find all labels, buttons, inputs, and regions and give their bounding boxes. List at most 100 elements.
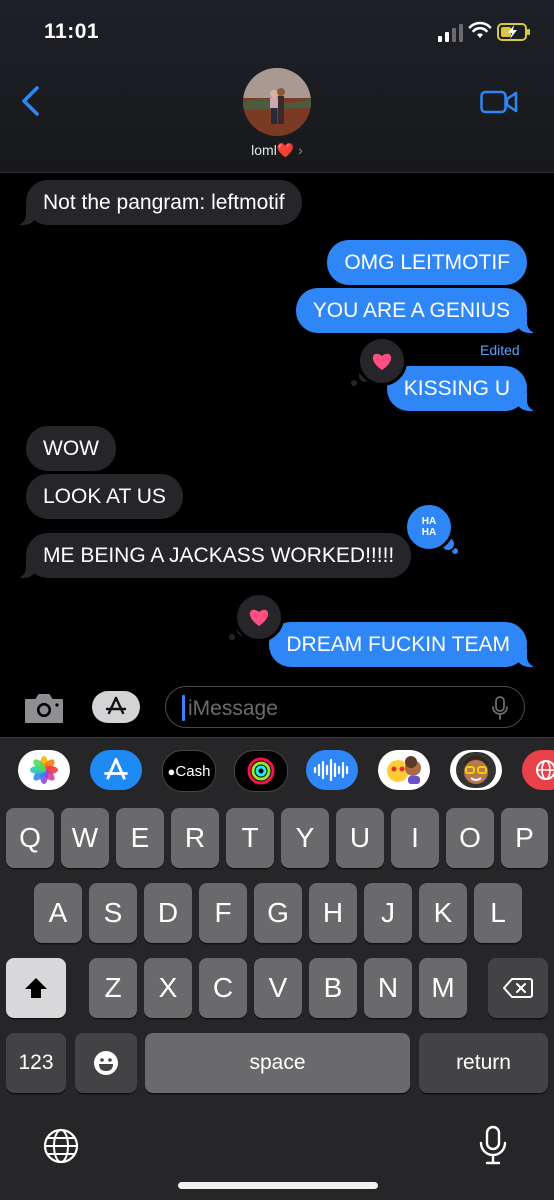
message-bubble-outgoing[interactable]: KISSING U	[386, 366, 540, 411]
couple-photo	[243, 68, 311, 136]
key-s[interactable]: S	[89, 883, 137, 943]
emoji-key[interactable]	[75, 1033, 137, 1093]
contact-avatar[interactable]	[243, 68, 311, 136]
message-text: YOU ARE A GENIUS	[312, 299, 510, 322]
message-bubble-incoming[interactable]: ME BEING A JACKASS WORKED!!!!!	[13, 533, 412, 578]
key-f[interactable]: F	[199, 883, 247, 943]
back-chevron-icon[interactable]	[18, 84, 44, 118]
status-time: 11:01	[44, 20, 100, 43]
key-v[interactable]: V	[254, 958, 302, 1018]
key-u[interactable]: U	[336, 808, 384, 868]
heart-emoji: ❤️	[276, 142, 295, 158]
audio-message-icon[interactable]	[306, 750, 358, 790]
globe-icon	[536, 760, 554, 780]
app-drawer: ● Cash	[0, 737, 554, 806]
message-bubble-outgoing[interactable]: DREAM FUCKIN TEAM	[269, 622, 539, 667]
space-key[interactable]: space	[145, 1033, 410, 1093]
key-c[interactable]: C	[199, 958, 247, 1018]
message-text: KISSING U	[403, 377, 510, 400]
heart-icon	[372, 353, 392, 370]
key-m[interactable]: M	[419, 958, 467, 1018]
key-w[interactable]: W	[61, 808, 109, 868]
apps-button[interactable]	[92, 691, 140, 723]
tapback-tail	[229, 634, 235, 640]
message-text: OMG LEITMOTIF	[344, 251, 510, 274]
cash-label: Cash	[175, 762, 211, 780]
key-g[interactable]: G	[254, 883, 302, 943]
shift-key[interactable]	[6, 958, 66, 1018]
fitness-activity-icon[interactable]	[234, 750, 288, 792]
key-j[interactable]: J	[364, 883, 412, 943]
key-o[interactable]: O	[446, 808, 494, 868]
key-d[interactable]: D	[144, 883, 192, 943]
chevron-right-icon: ›	[294, 142, 303, 158]
apple-cash-icon[interactable]: ● Cash	[162, 750, 216, 792]
wifi-icon	[468, 21, 492, 38]
photos-app-icon[interactable]	[18, 750, 70, 790]
memoji-stickers-icon[interactable]	[378, 750, 430, 790]
contact-name: loml	[251, 142, 277, 158]
key-y[interactable]: Y	[281, 808, 329, 868]
dictation-microphone-icon[interactable]	[478, 1125, 508, 1167]
memoji-icon[interactable]	[450, 750, 502, 790]
shift-arrow-icon	[25, 978, 47, 998]
cellular-signal-icon	[438, 24, 463, 42]
haha-tapback-icon[interactable]: HA HA	[404, 502, 454, 552]
globe-keyboard-switch-icon[interactable]	[42, 1127, 80, 1165]
heart-tapback-icon[interactable]	[234, 592, 284, 642]
dictation-mic-icon[interactable]	[492, 696, 508, 720]
app-store-a-icon	[104, 758, 128, 780]
message-bubble-incoming[interactable]: WOW	[26, 426, 116, 471]
key-b[interactable]: B	[309, 958, 357, 1018]
key-q[interactable]: Q	[6, 808, 54, 868]
app-store-icon[interactable]	[90, 750, 142, 790]
battery-charging-icon	[497, 23, 530, 41]
delete-key[interactable]	[488, 958, 548, 1018]
key-x[interactable]: X	[144, 958, 192, 1018]
message-text: ME BEING A JACKASS WORKED!!!!!	[43, 544, 395, 567]
key-r[interactable]: R	[171, 808, 219, 868]
key-z[interactable]: Z	[89, 958, 137, 1018]
message-text: WOW	[43, 437, 99, 460]
camera-icon[interactable]	[22, 690, 66, 726]
key-h[interactable]: H	[309, 883, 357, 943]
key-a[interactable]: A	[34, 883, 82, 943]
heart-icon	[249, 609, 269, 626]
key-l[interactable]: L	[474, 883, 522, 943]
heart-tapback-icon[interactable]	[357, 336, 407, 386]
imessage-input[interactable]: iMessage	[165, 686, 525, 728]
video-call-icon[interactable]	[480, 90, 518, 114]
backspace-icon	[503, 978, 533, 998]
return-key[interactable]: return	[419, 1033, 548, 1093]
key-p[interactable]: P	[501, 808, 548, 868]
key-k[interactable]: K	[419, 883, 467, 943]
contact-name-button[interactable]: loml❤️ ›	[220, 142, 334, 159]
waveform-icon	[313, 758, 349, 782]
edited-label[interactable]: Edited	[480, 342, 520, 358]
tapback-tail	[351, 380, 357, 386]
message-bubble-outgoing[interactable]: YOU ARE A GENIUS	[295, 288, 540, 333]
photos-flower-icon	[30, 756, 58, 784]
app-store-glyph-icon	[105, 696, 127, 715]
web-search-icon[interactable]	[522, 750, 554, 790]
key-t[interactable]: T	[226, 808, 274, 868]
text-cursor	[182, 695, 185, 721]
key-n[interactable]: N	[364, 958, 412, 1018]
message-text: Not the pangram: leftmotif	[43, 191, 285, 214]
haha-text: HA HA	[421, 516, 437, 538]
input-placeholder: iMessage	[188, 697, 278, 720]
message-text: LOOK AT US	[43, 485, 166, 508]
activity-rings-icon	[247, 757, 275, 785]
message-bubble-incoming[interactable]: Not the pangram: leftmotif	[14, 180, 302, 225]
key-i[interactable]: I	[391, 808, 439, 868]
numbers-key[interactable]: 123	[6, 1033, 66, 1093]
emoji-smiley-icon	[94, 1051, 118, 1075]
home-indicator[interactable]	[178, 1182, 378, 1189]
key-e[interactable]: E	[116, 808, 164, 868]
message-text: DREAM FUCKIN TEAM	[286, 633, 510, 656]
message-bubble-outgoing[interactable]: OMG LEITMOTIF	[327, 240, 527, 285]
apple-logo-icon: ●	[167, 763, 176, 779]
emoji-faces-icon	[387, 756, 421, 784]
conversation-header: 11:01 loml❤️ ›	[0, 0, 554, 173]
message-bubble-incoming[interactable]: LOOK AT US	[26, 474, 183, 519]
